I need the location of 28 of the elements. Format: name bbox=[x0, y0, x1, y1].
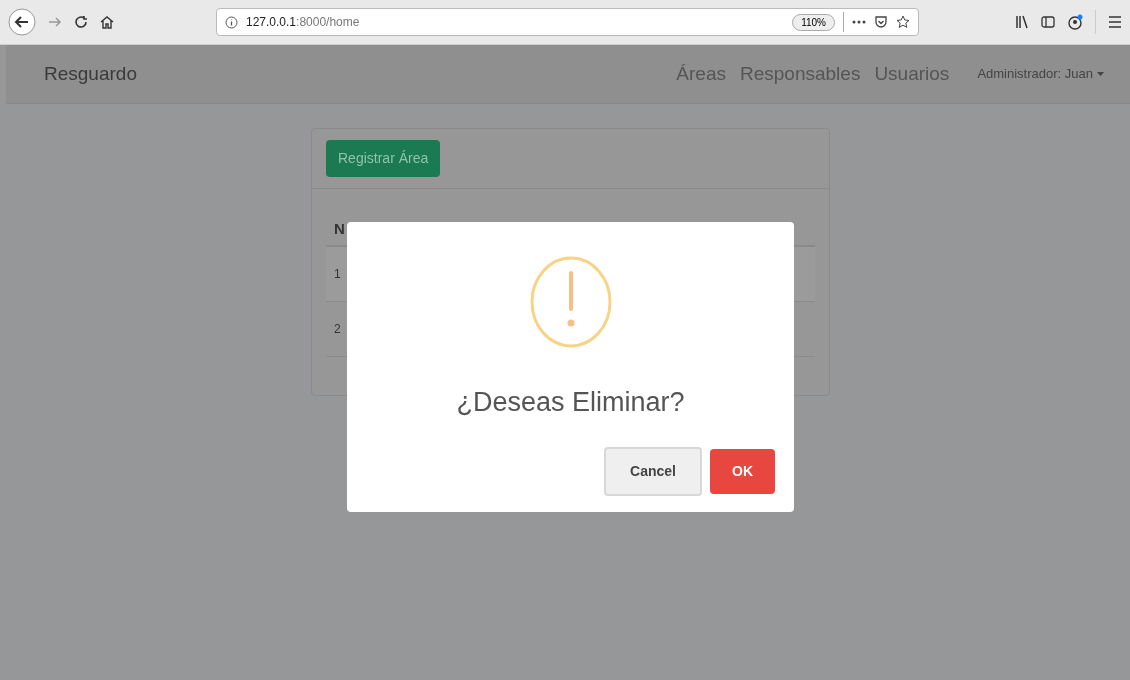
table-cell-text: 2 bbox=[334, 321, 341, 338]
column-header: N bbox=[334, 218, 345, 239]
ok-button[interactable]: OK bbox=[710, 448, 775, 494]
star-icon[interactable] bbox=[896, 15, 910, 29]
info-icon[interactable] bbox=[225, 15, 238, 29]
menu-icon[interactable] bbox=[1108, 16, 1122, 28]
brand-link[interactable]: Resguardo bbox=[44, 59, 137, 89]
home-icon[interactable] bbox=[100, 15, 114, 29]
reload-icon[interactable] bbox=[74, 15, 88, 29]
pocket-icon[interactable] bbox=[874, 15, 888, 29]
nav-link[interactable]: Usuarios bbox=[874, 59, 950, 89]
zoom-badge[interactable]: 110% bbox=[792, 13, 835, 31]
more-icon[interactable] bbox=[852, 20, 866, 24]
account-icon[interactable] bbox=[1067, 14, 1083, 30]
url-text: 127.0.0.1:8000/home bbox=[246, 14, 360, 31]
caret-icon bbox=[1097, 72, 1104, 76]
user-menu[interactable]: Administrador: Juan bbox=[977, 64, 1104, 84]
nav-link[interactable]: Responsables bbox=[739, 59, 861, 89]
register-button[interactable]: Registrar Área bbox=[326, 140, 441, 177]
warning-icon bbox=[529, 256, 612, 348]
back-icon[interactable] bbox=[8, 8, 36, 36]
table-cell-text: 1 bbox=[334, 266, 341, 283]
sidebar-icon[interactable] bbox=[1041, 15, 1055, 29]
address-bar[interactable]: 127.0.0.1:8000/home 110% bbox=[216, 8, 919, 36]
library-icon[interactable] bbox=[1015, 15, 1029, 29]
nav-link[interactable]: Áreas bbox=[676, 59, 726, 89]
dialog-title: ¿Deseas Eliminar? bbox=[456, 386, 685, 419]
cancel-button[interactable]: Cancel bbox=[604, 446, 702, 496]
